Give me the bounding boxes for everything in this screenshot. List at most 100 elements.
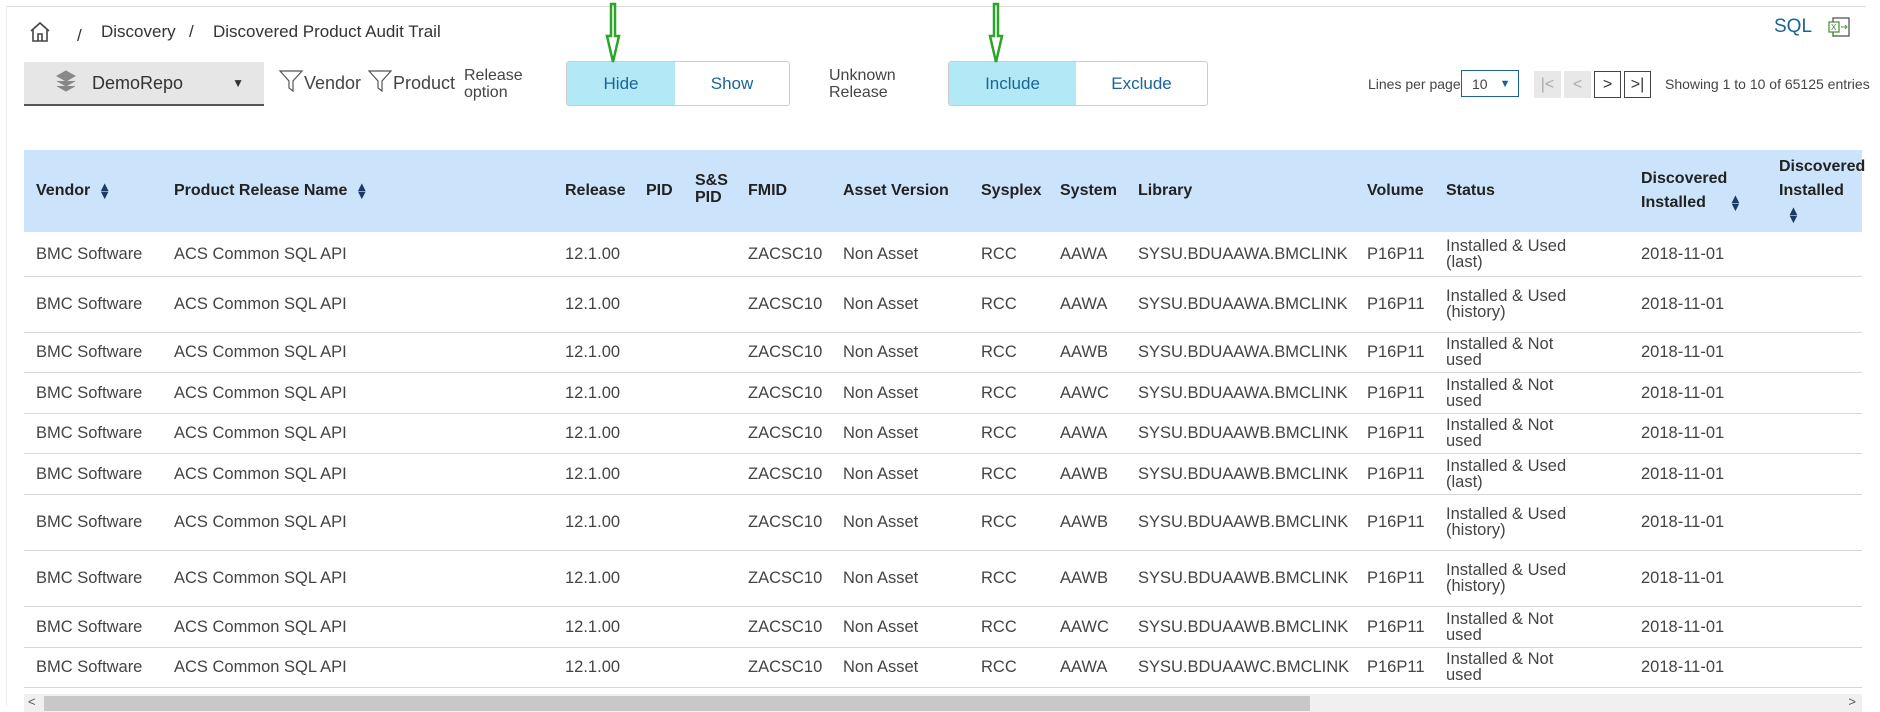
- table-cell: AAWA: [1048, 413, 1126, 454]
- sql-button[interactable]: SQL: [1774, 16, 1812, 38]
- table-row[interactable]: BMC Software ACS Common SQL API 12.1.00 ZAC…: [24, 606, 1862, 648]
- table-cell: ACS Common SQL API: [162, 550, 553, 607]
- hide-button[interactable]: Hide: [567, 62, 675, 105]
- funnel-icon: [367, 68, 393, 99]
- funnel-icon: [278, 68, 304, 99]
- table-row[interactable]: BMC Software ACS Common SQL API 12.1.00 ZAC…: [24, 413, 1862, 454]
- table-cell: [634, 550, 683, 607]
- column-header-label: Release: [565, 182, 626, 199]
- table-cell: AAWB: [1048, 453, 1126, 495]
- repository-name: DemoRepo: [92, 72, 184, 93]
- sort-icon[interactable]: ▲ ▼: [355, 180, 368, 201]
- table-row[interactable]: BMC Software ACS Common SQL API 12.1.00 ZAC…: [24, 453, 1862, 495]
- table-cell: [1767, 606, 1862, 648]
- include-button[interactable]: Include: [949, 62, 1076, 105]
- first-page-icon[interactable]: |<: [1534, 71, 1561, 98]
- table-cell: [1767, 647, 1862, 688]
- table-cell: Non Asset: [831, 494, 969, 551]
- column-header[interactable]: Vendor ▲ ▼: [24, 150, 162, 232]
- repository-select[interactable]: DemoRepo ▼: [24, 62, 264, 106]
- table-cell: ACS Common SQL API: [162, 332, 553, 373]
- sort-icon[interactable]: ▲ ▼: [98, 180, 111, 201]
- table-cell: Non Asset: [831, 332, 969, 373]
- unknown-release-label: Unknown Release: [829, 67, 896, 101]
- scroll-left-icon[interactable]: <: [28, 694, 36, 709]
- scroll-right-icon[interactable]: >: [1848, 694, 1856, 709]
- table-cell: ACS Common SQL API: [162, 276, 553, 333]
- table-cell: SYSU.BDUAAWA.BMCLINK: [1126, 372, 1355, 414]
- column-header: Status: [1434, 150, 1629, 232]
- horizontal-scrollbar[interactable]: < >: [24, 694, 1862, 712]
- table-cell: [683, 332, 736, 373]
- product-filter[interactable]: Product: [367, 68, 455, 99]
- entries-count: Showing 1 to 10 of 65125 entries: [1665, 76, 1870, 92]
- table-cell: [1767, 494, 1862, 551]
- table-cell: RCC: [969, 413, 1048, 454]
- sort-icon[interactable]: ▲ ▼: [1787, 204, 1800, 225]
- table-cell: 2018-11-01: [1629, 453, 1767, 495]
- table-cell: P16P11: [1355, 232, 1434, 277]
- table-header: Vendor ▲ ▼ Product Release Name ▲ ▼ Release PID…: [24, 150, 1865, 232]
- next-page-icon[interactable]: >: [1594, 71, 1621, 98]
- excel-export-icon[interactable]: X: [1828, 16, 1852, 43]
- table-row[interactable]: BMC Software ACS Common SQL API 12.1.00 ZAC…: [24, 550, 1862, 607]
- column-header: FMID: [736, 150, 831, 232]
- table-cell: SYSU.BDUAAWB.BMCLINK: [1126, 413, 1355, 454]
- table-row[interactable]: BMC Software ACS Common SQL API 12.1.00 ZAC…: [24, 647, 1862, 688]
- table-cell: Non Asset: [831, 606, 969, 648]
- table-cell: [1767, 232, 1862, 277]
- table-cell: Installed & Used (history): [1434, 494, 1629, 551]
- table-row[interactable]: BMC Software ACS Common SQL API 12.1.00 ZAC…: [24, 372, 1862, 414]
- table-cell: 2018-11-01: [1629, 550, 1767, 607]
- table-cell: Non Asset: [831, 550, 969, 607]
- annotation-arrow-icon: [605, 2, 621, 63]
- table-cell: P16P11: [1355, 606, 1434, 648]
- table-cell: BMC Software: [24, 606, 162, 648]
- column-header[interactable]: Discovered Installed▲▼: [1629, 150, 1767, 232]
- table-cell: BMC Software: [24, 647, 162, 688]
- table-cell: 12.1.00: [553, 550, 634, 607]
- table-cell: ZACSC10: [736, 494, 831, 551]
- table-cell: 12.1.00: [553, 453, 634, 495]
- table-cell: [683, 276, 736, 333]
- table-cell: ACS Common SQL API: [162, 647, 553, 688]
- table-row[interactable]: BMC Software ACS Common SQL API 12.1.00 ZAC…: [24, 276, 1862, 333]
- vendor-filter[interactable]: Vendor: [278, 68, 361, 99]
- prev-page-icon[interactable]: <: [1564, 71, 1591, 98]
- table-cell: SYSU.BDUAAWA.BMCLINK: [1126, 332, 1355, 373]
- chevron-down-icon: ▼: [1499, 77, 1511, 90]
- column-header: Release: [553, 150, 634, 232]
- release-option-toggle[interactable]: Hide Show: [566, 61, 790, 106]
- table-cell: 2018-11-01: [1629, 276, 1767, 333]
- home-icon[interactable]: [28, 20, 52, 49]
- unknown-release-toggle[interactable]: Include Exclude: [948, 61, 1208, 106]
- show-button[interactable]: Show: [675, 62, 789, 105]
- table-cell: [1767, 453, 1862, 495]
- table-cell: 2018-11-01: [1629, 413, 1767, 454]
- table-cell: P16P11: [1355, 494, 1434, 551]
- table-cell: 12.1.00: [553, 332, 634, 373]
- sort-icon[interactable]: ▲ ▼: [1729, 192, 1742, 213]
- scrollbar-thumb[interactable]: [44, 696, 1310, 711]
- table-cell: P16P11: [1355, 413, 1434, 454]
- table-cell: AAWB: [1048, 332, 1126, 373]
- product-filter-label: Product: [393, 73, 456, 93]
- table-row[interactable]: BMC Software ACS Common SQL API 12.1.00 ZAC…: [24, 494, 1862, 551]
- exclude-button[interactable]: Exclude: [1076, 62, 1207, 105]
- table-cell: BMC Software: [24, 332, 162, 373]
- breadcrumb-discovery[interactable]: Discovery: [101, 22, 176, 42]
- table-cell: 2018-11-01: [1629, 332, 1767, 373]
- column-header-label: FMID: [748, 182, 788, 199]
- last-page-icon[interactable]: >|: [1624, 71, 1651, 98]
- lines-per-page-select[interactable]: 10 ▼: [1461, 70, 1519, 97]
- column-header[interactable]: Discovered Installed▲▼: [1767, 150, 1865, 232]
- table-cell: [1767, 413, 1862, 454]
- table-cell: ZACSC10: [736, 606, 831, 648]
- vendor-filter-label: Vendor: [304, 73, 362, 93]
- table-row[interactable]: BMC Software ACS Common SQL API 12.1.00 ZAC…: [24, 332, 1862, 373]
- table-cell: SYSU.BDUAAWA.BMCLINK: [1126, 276, 1355, 333]
- column-header[interactable]: Product Release Name ▲ ▼: [162, 150, 553, 232]
- table-row[interactable]: BMC Software ACS Common SQL API 12.1.00 ZAC…: [24, 232, 1862, 277]
- table-cell: [683, 413, 736, 454]
- column-header-label: Status: [1446, 182, 1495, 199]
